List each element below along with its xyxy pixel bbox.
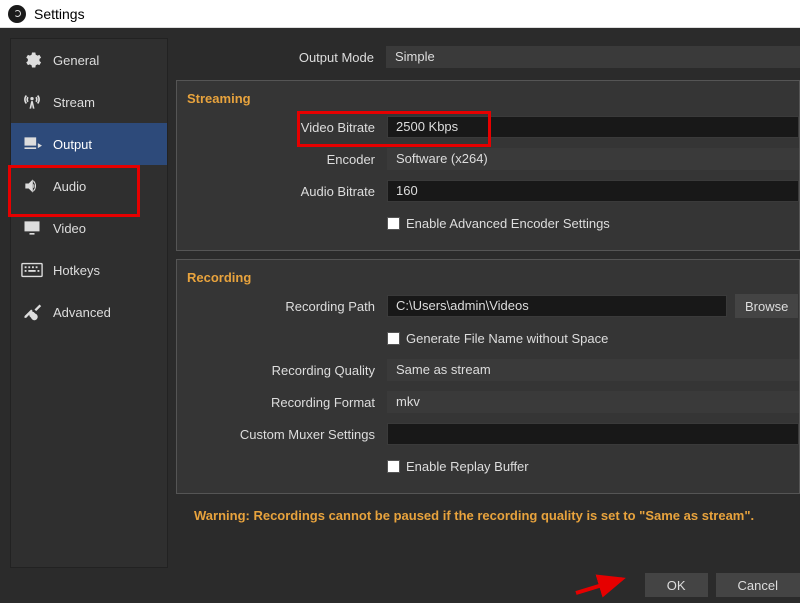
audio-bitrate-select[interactable]: 160 <box>387 180 799 202</box>
tools-icon <box>21 301 43 323</box>
sidebar-item-output[interactable]: Output <box>11 123 167 165</box>
sidebar-item-advanced[interactable]: Advanced <box>11 291 167 333</box>
sidebar-item-label: Advanced <box>53 305 111 320</box>
recording-format-label: Recording Format <box>177 395 387 410</box>
muxer-input[interactable] <box>387 423 799 445</box>
gear-icon <box>21 49 43 71</box>
recording-path-label: Recording Path <box>177 299 387 314</box>
encoder-label: Encoder <box>177 152 387 167</box>
antenna-icon <box>21 91 43 113</box>
sidebar-item-audio[interactable]: Audio <box>11 165 167 207</box>
content-area: Output Mode Simple Streaming Video Bitra… <box>168 38 800 568</box>
checkbox-box <box>387 332 400 345</box>
encoder-select[interactable]: Software (x264) <box>387 148 799 170</box>
sidebar-item-label: Stream <box>53 95 95 110</box>
replay-buffer-checkbox[interactable]: Enable Replay Buffer <box>387 459 799 474</box>
sidebar-item-label: Output <box>53 137 92 152</box>
titlebar: Settings <box>0 0 800 28</box>
output-mode-select[interactable]: Simple <box>386 46 800 68</box>
muxer-label: Custom Muxer Settings <box>177 427 387 442</box>
footer: OK Cancel <box>0 573 800 597</box>
keyboard-icon <box>21 259 43 281</box>
sidebar-item-video[interactable]: Video <box>11 207 167 249</box>
recording-quality-label: Recording Quality <box>177 363 387 378</box>
monitor-icon <box>21 217 43 239</box>
sidebar-item-hotkeys[interactable]: Hotkeys <box>11 249 167 291</box>
video-bitrate-label: Video Bitrate <box>177 120 387 135</box>
audio-bitrate-label: Audio Bitrate <box>177 184 387 199</box>
sidebar-item-label: General <box>53 53 99 68</box>
replay-buffer-label: Enable Replay Buffer <box>406 459 529 474</box>
warning-text: Warning: Recordings cannot be paused if … <box>176 494 800 527</box>
obs-logo-icon <box>8 5 26 23</box>
window-title: Settings <box>34 6 85 22</box>
recording-quality-select[interactable]: Same as stream <box>387 359 799 381</box>
recording-format-select[interactable]: mkv <box>387 391 799 413</box>
advanced-encoder-label: Enable Advanced Encoder Settings <box>406 216 610 231</box>
browse-button[interactable]: Browse <box>735 294 798 318</box>
streaming-title: Streaming <box>177 83 799 112</box>
sidebar-item-general[interactable]: General <box>11 39 167 81</box>
advanced-encoder-checkbox[interactable]: Enable Advanced Encoder Settings <box>387 216 799 231</box>
sidebar-item-stream[interactable]: Stream <box>11 81 167 123</box>
recording-panel: Recording Recording Path C:\Users\admin\… <box>176 259 800 494</box>
output-mode-label: Output Mode <box>176 50 386 65</box>
cancel-button[interactable]: Cancel <box>716 573 800 597</box>
sidebar: General Stream Output Audio Video <box>10 38 168 568</box>
sidebar-item-label: Hotkeys <box>53 263 100 278</box>
sidebar-item-label: Audio <box>53 179 86 194</box>
recording-path-input[interactable]: C:\Users\admin\Videos <box>387 295 727 317</box>
checkbox-box <box>387 460 400 473</box>
filename-nospace-label: Generate File Name without Space <box>406 331 608 346</box>
video-bitrate-input[interactable]: 2500 Kbps <box>387 116 799 138</box>
ok-button[interactable]: OK <box>645 573 708 597</box>
recording-title: Recording <box>177 262 799 291</box>
sidebar-item-label: Video <box>53 221 86 236</box>
streaming-panel: Streaming Video Bitrate 2500 Kbps Encode… <box>176 80 800 251</box>
checkbox-box <box>387 217 400 230</box>
output-icon <box>21 133 43 155</box>
speaker-icon <box>21 175 43 197</box>
filename-nospace-checkbox[interactable]: Generate File Name without Space <box>387 331 799 346</box>
